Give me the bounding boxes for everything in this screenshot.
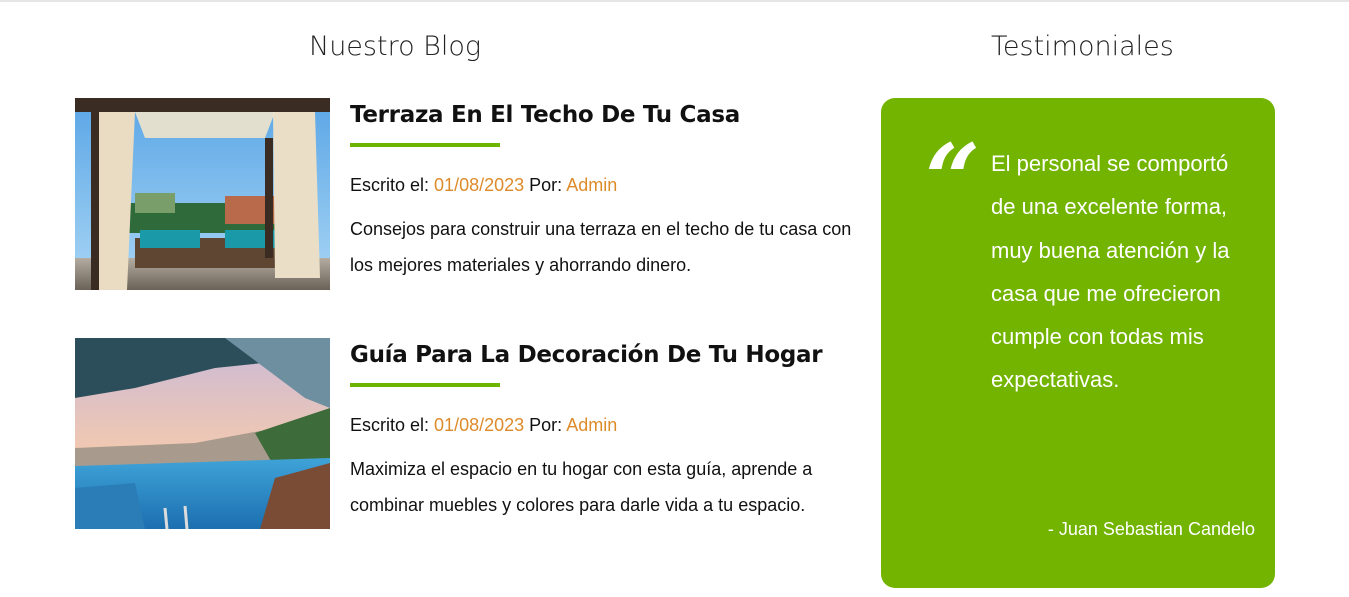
post-meta: Escrito el: 01/08/2023 Por: Admin [350,175,870,196]
testimonial-author: - Juan Sebastian Candelo [1047,519,1255,539]
title-underline [350,382,500,387]
testimonials-heading: Testimoniales [991,31,1174,62]
infinity-pool-image [75,338,330,529]
blog-post: Guía Para La Decoración De Tu Hogar Escr… [75,338,865,538]
testimonial-card: “ El personal se comportó de una excelen… [881,98,1275,588]
post-thumbnail-rooftop-terrace[interactable] [75,98,330,290]
meta-written-label: Escrito el: [350,174,430,195]
meta-by-label: Por: [529,414,563,435]
post-title[interactable]: Guía Para La Decoración De Tu Hogar [350,342,870,370]
title-underline [350,142,500,147]
rooftop-terrace-image [75,98,330,290]
quote-icon: “ [925,123,981,236]
post-meta: Escrito el: 01/08/2023 Por: Admin [350,415,870,436]
meta-by-label: Por: [529,174,563,195]
top-divider [0,0,1349,2]
post-date: 01/08/2023 [434,414,525,435]
post-title[interactable]: Terraza En El Techo De Tu Casa [350,102,870,130]
blog-post: Terraza En El Techo De Tu Casa Escrito e… [75,98,865,298]
meta-written-label: Escrito el: [350,414,430,435]
post-author-link[interactable]: Admin [566,415,617,435]
post-date: 01/08/2023 [434,174,525,195]
post-thumbnail-infinity-pool[interactable] [75,338,330,529]
blog-heading: Nuestro Blog [309,31,482,62]
post-excerpt: Maximiza el espacio en tu hogar con esta… [350,458,813,515]
testimonial-quote: El personal se comportó de una excelente… [991,151,1230,393]
post-excerpt: Consejos para construir una terraza en e… [350,218,852,275]
post-author-link[interactable]: Admin [566,175,617,195]
